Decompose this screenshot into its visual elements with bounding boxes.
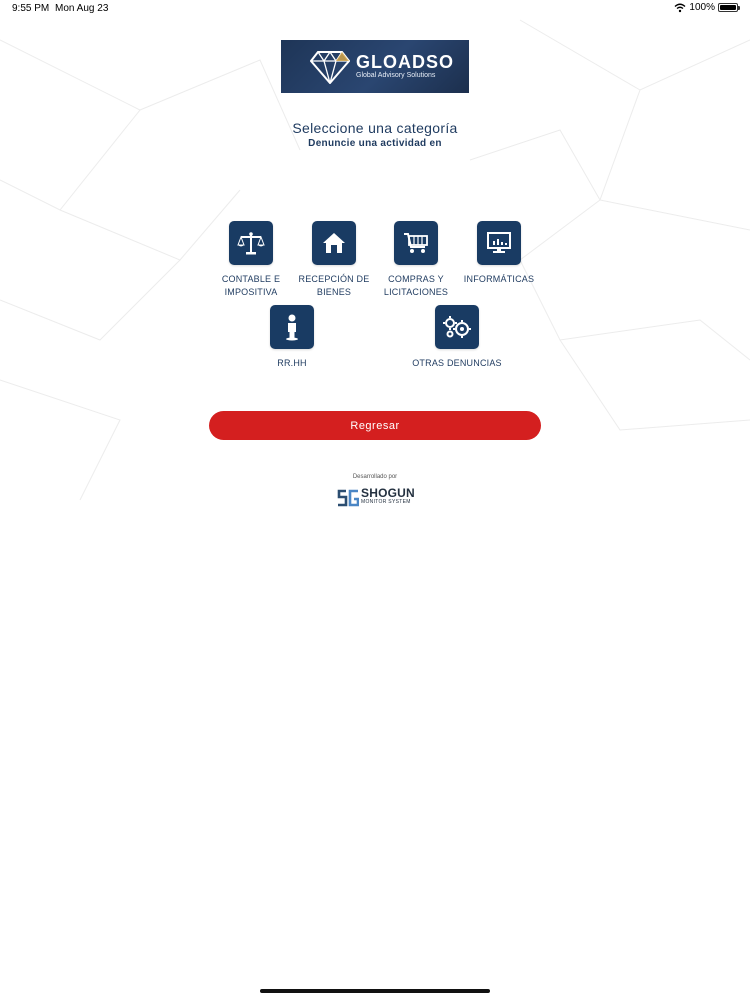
category-rrhh[interactable]: RR.HH bbox=[247, 305, 337, 370]
category-informaticas[interactable]: INFORMÁTICAS bbox=[454, 221, 544, 286]
category-label: RECEPCIÓN DE BIENES bbox=[298, 274, 370, 297]
logo-tagline: Global Advisory Solutions bbox=[356, 71, 436, 79]
category-label: RR.HH bbox=[277, 358, 307, 368]
developed-by-label: Desarrollado por bbox=[352, 474, 398, 480]
home-indicator[interactable] bbox=[260, 989, 490, 993]
logo-text: GLOADSO Global Advisory Solutions bbox=[356, 53, 454, 81]
status-bar: 9:55 PM Mon Aug 23 100% bbox=[0, 0, 750, 18]
battery-percent: 100% bbox=[689, 2, 715, 13]
category-label: COMPRAS Y LICITACIONES bbox=[383, 274, 449, 297]
page-subtitle: Denuncie una actividad en bbox=[308, 138, 442, 149]
shogun-logo: SHOGUN MONITOR SYSTEM bbox=[337, 486, 415, 507]
sg-logo-icon bbox=[337, 489, 359, 507]
category-recepcion-bienes[interactable]: RECEPCIÓN DE BIENES bbox=[289, 221, 379, 299]
gloadso-logo: GLOADSO Global Advisory Solutions bbox=[281, 40, 469, 93]
category-otras-denuncias[interactable]: OTRAS DENUNCIAS bbox=[412, 305, 502, 370]
shogun-name: SHOGUN bbox=[361, 486, 415, 500]
page-title: Seleccione una categoría bbox=[292, 120, 458, 136]
cart-icon[interactable] bbox=[394, 221, 438, 265]
shogun-text: SHOGUN MONITOR SYSTEM bbox=[361, 486, 415, 507]
monitor-icon[interactable] bbox=[477, 221, 521, 265]
shogun-subtitle: MONITOR SYSTEM bbox=[361, 499, 411, 505]
battery-icon bbox=[718, 3, 740, 12]
back-button[interactable]: Regresar bbox=[209, 411, 541, 440]
gears-icon[interactable] bbox=[435, 305, 479, 349]
scales-icon[interactable] bbox=[229, 221, 273, 265]
wifi-icon bbox=[674, 3, 686, 12]
diamond-icon bbox=[310, 50, 350, 84]
category-compras-licitaciones[interactable]: COMPRAS Y LICITACIONES bbox=[371, 221, 461, 299]
status-indicators: 100% bbox=[674, 2, 740, 13]
status-date: Mon Aug 23 bbox=[55, 3, 109, 14]
category-label: INFORMÁTICAS bbox=[463, 274, 535, 284]
category-contable-impositiva[interactable]: CONTABLE E IMPOSITIVA bbox=[206, 221, 296, 299]
person-icon[interactable] bbox=[270, 305, 314, 349]
category-label: CONTABLE E IMPOSITIVA bbox=[221, 274, 281, 297]
status-time: 9:55 PM bbox=[12, 3, 50, 14]
category-label: OTRAS DENUNCIAS bbox=[412, 358, 502, 368]
house-icon[interactable] bbox=[312, 221, 356, 265]
logo-name: GLOADSO bbox=[356, 51, 455, 72]
